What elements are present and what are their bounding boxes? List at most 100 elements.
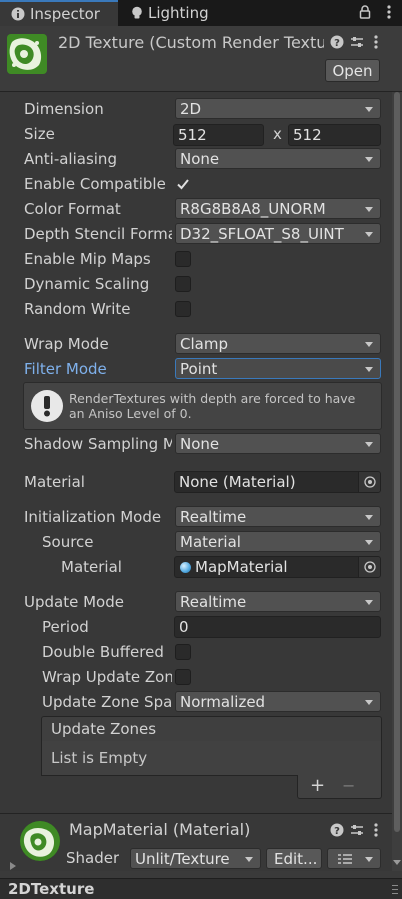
dropdown-arrow-icon [365, 857, 373, 862]
anti-aliasing-label: Anti-aliasing [24, 150, 117, 168]
help-icon[interactable]: ? [329, 822, 345, 838]
help-text: RenderTextures with depth are forced to … [69, 391, 356, 421]
material-section-title: MapMaterial (Material) [69, 820, 251, 839]
anti-aliasing-dropdown[interactable]: None [175, 148, 381, 169]
tab-lighting[interactable]: Lighting [120, 0, 230, 26]
scroll-down-arrow-icon[interactable] [393, 860, 401, 865]
dropdown-arrow-icon [365, 342, 373, 347]
mip-maps-checkbox[interactable] [175, 251, 191, 267]
lock-icon[interactable] [357, 4, 373, 20]
period-label: Period [42, 618, 89, 636]
tab-inspector-label: Inspector [30, 5, 100, 23]
list-footer: + − [297, 775, 382, 799]
double-buffered-checkbox[interactable] [175, 644, 191, 660]
dynamic-scaling-label: Dynamic Scaling [24, 275, 150, 293]
foldout-arrow-icon[interactable] [10, 862, 16, 870]
dropdown-arrow-icon [365, 232, 373, 237]
add-item-button[interactable]: + [310, 775, 325, 796]
mip-maps-label: Enable Mip Maps [24, 250, 151, 268]
wrap-mode-dropdown[interactable]: Clamp [175, 333, 381, 354]
dropdown-arrow-icon [365, 700, 373, 705]
source-label: Source [42, 533, 94, 551]
tab-inspector[interactable]: Inspector [0, 0, 118, 26]
shadow-sampling-dropdown[interactable]: None [175, 433, 381, 454]
source-material-label: Material [61, 558, 122, 576]
object-picker-icon[interactable] [358, 557, 380, 577]
presets-icon[interactable] [349, 822, 365, 838]
size-height-field[interactable]: 512 [288, 124, 381, 146]
more-menu-icon[interactable] [381, 4, 397, 20]
double-buffered-label: Double Buffered [42, 643, 164, 661]
depth-stencil-dropdown[interactable]: D32_SFLOAT_S8_UINT [175, 223, 381, 244]
wrap-update-zone-checkbox[interactable] [175, 669, 191, 685]
shader-label: Shader [66, 849, 120, 867]
source-material-object-field[interactable]: MapMaterial [174, 556, 381, 578]
init-mode-label: Initialization Mode [24, 508, 162, 526]
open-button[interactable]: Open [325, 59, 380, 82]
dropdown-arrow-icon [365, 442, 373, 447]
material-object-field[interactable]: None (Material) [174, 471, 381, 493]
update-mode-dropdown[interactable]: Realtime [175, 591, 381, 612]
footer-title: 2DTexture [8, 880, 95, 898]
wrap-mode-value: Clamp [180, 334, 228, 353]
update-zones-title: Update Zones [51, 720, 157, 738]
init-mode-dropdown[interactable]: Realtime [175, 506, 381, 527]
dropdown-arrow-icon [365, 515, 373, 520]
random-write-label: Random Write [24, 300, 131, 318]
dropdown-arrow-icon [245, 857, 253, 862]
shadow-sampling-label: Shadow Sampling M [24, 435, 172, 453]
edit-shader-button[interactable]: Edit... [266, 848, 322, 869]
random-write-checkbox[interactable] [175, 301, 191, 317]
filter-mode-value: Point [180, 359, 218, 378]
dimension-label: Dimension [24, 100, 104, 118]
update-mode-value: Realtime [180, 592, 247, 611]
update-zones-header[interactable]: Update Zones [41, 716, 382, 742]
context-menu-icon[interactable] [368, 822, 384, 838]
scrollbar[interactable] [392, 92, 402, 871]
object-picker-icon[interactable] [358, 472, 380, 492]
list-empty-text: List is Empty [51, 749, 148, 767]
update-zones-list: List is Empty [41, 741, 382, 776]
checkmark-icon [177, 179, 189, 190]
dynamic-scaling-checkbox[interactable] [175, 276, 191, 292]
period-field[interactable]: 0 [174, 616, 381, 638]
source-dropdown[interactable]: Material [175, 531, 381, 552]
dimension-dropdown[interactable]: 2D [175, 98, 381, 119]
color-format-value: R8G8B8A8_UNORM [180, 199, 326, 218]
init-mode-value: Realtime [180, 507, 247, 526]
enable-compatible-checkbox[interactable] [175, 176, 191, 192]
context-menu-icon[interactable] [368, 34, 384, 50]
help-icon[interactable]: ? [329, 34, 345, 50]
shadow-sampling-value: None [180, 434, 220, 453]
preview-footer[interactable]: 2DTexture [0, 878, 402, 899]
depth-stencil-value: D32_SFLOAT_S8_UINT [180, 224, 344, 243]
dropdown-arrow-icon [365, 367, 373, 372]
warning-icon [31, 390, 63, 422]
dimension-value: 2D [180, 99, 202, 118]
lightbulb-icon [131, 6, 143, 20]
wrap-mode-label: Wrap Mode [24, 335, 109, 353]
material-preview-icon [20, 821, 60, 861]
tab-lighting-label: Lighting [148, 4, 209, 22]
remove-item-button[interactable]: − [342, 776, 355, 795]
filter-mode-dropdown[interactable]: Point [175, 358, 381, 379]
color-format-dropdown[interactable]: R8G8B8A8_UNORM [175, 198, 381, 219]
filter-mode-label: Filter Mode [24, 360, 107, 378]
color-format-label: Color Format [24, 200, 121, 218]
dropdown-arrow-icon [365, 600, 373, 605]
section-divider [0, 813, 392, 814]
scrollbar-thumb[interactable] [394, 92, 400, 832]
update-zone-space-dropdown[interactable]: Normalized [175, 691, 381, 712]
list-icon [338, 853, 352, 864]
help-box: RenderTextures with depth are forced to … [23, 382, 382, 430]
shader-dropdown[interactable]: Unlit/Texture [130, 848, 261, 869]
size-width-field[interactable]: 512 [173, 124, 264, 146]
wrap-update-zone-label: Wrap Update Zone [42, 668, 172, 686]
shader-options-dropdown[interactable] [327, 848, 381, 869]
update-mode-label: Update Mode [24, 593, 124, 611]
dropdown-arrow-icon [365, 107, 373, 112]
texture-thumbnail [7, 34, 47, 74]
asset-title: 2D Texture (Custom Render Textu [58, 33, 324, 52]
presets-icon[interactable] [349, 34, 365, 50]
enable-compatible-label: Enable Compatible F [24, 175, 172, 193]
